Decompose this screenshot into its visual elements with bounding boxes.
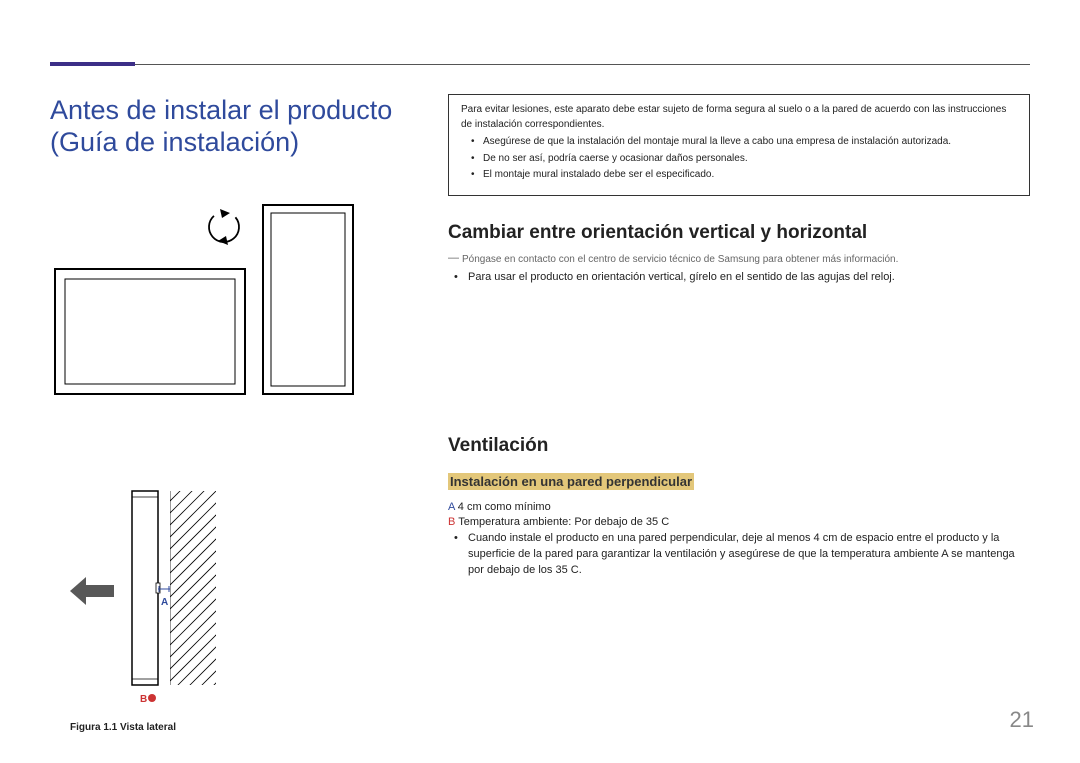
ventilation-subheading: Instalación en una pared perpendicular — [448, 473, 694, 490]
warning-bullet: Asegúrese de que la instalación del mont… — [471, 135, 1017, 150]
label-b: B — [140, 694, 147, 705]
orientation-figure — [54, 187, 420, 417]
warning-lead: Para evitar lesiones, este aparato debe … — [461, 103, 1017, 132]
orientation-heading: Cambiar entre orientación vertical y hor… — [448, 222, 1030, 244]
ventilation-bullet: Cuando instale el producto en una pared … — [454, 531, 1030, 579]
orientation-bullets: Para usar el producto en orientación ver… — [454, 270, 1030, 286]
label-a: A — [161, 597, 168, 608]
accent-rule — [50, 62, 135, 66]
side-view-svg: A B — [70, 489, 250, 709]
orientation-svg — [54, 187, 354, 412]
page-title: Antes de instalar el producto (Guía de i… — [50, 94, 420, 159]
page-content: Antes de instalar el producto (Guía de i… — [50, 94, 1030, 713]
ventilation-bullets: Cuando instale el producto en una pared … — [454, 531, 1030, 579]
warning-box: Para evitar lesiones, este aparato debe … — [448, 94, 1030, 196]
spec-a-label: A — [448, 501, 455, 513]
warning-bullet: De no ser así, podría caerse y ocasionar… — [471, 152, 1017, 167]
orientation-note: Póngase en contacto con el centro de ser… — [448, 254, 1030, 265]
spec-b-text: Temperatura ambiente: Por debajo de 35 C — [455, 516, 669, 528]
header-rule — [50, 64, 1030, 65]
ventilation-heading: Ventilación — [448, 435, 1030, 457]
spec-a-line: A 4 cm como mínimo — [448, 501, 1030, 513]
side-view-figure: A B Figura 1.1 Vista lateral — [70, 489, 420, 733]
warning-bullet: El montaje mural instalado debe ser el e… — [471, 168, 1017, 183]
right-column: Para evitar lesiones, este aparato debe … — [448, 94, 1030, 713]
spec-b-line: B Temperatura ambiente: Por debajo de 35… — [448, 516, 1030, 528]
left-column: Antes de instalar el producto (Guía de i… — [50, 94, 420, 713]
warning-bullets: Asegúrese de que la instalación del mont… — [471, 135, 1017, 183]
page-number: 21 — [1010, 707, 1034, 733]
spec-a-text: 4 cm como mínimo — [455, 501, 551, 513]
orientation-bullet: Para usar el producto en orientación ver… — [454, 270, 1030, 286]
figure-caption: Figura 1.1 Vista lateral — [70, 722, 420, 733]
